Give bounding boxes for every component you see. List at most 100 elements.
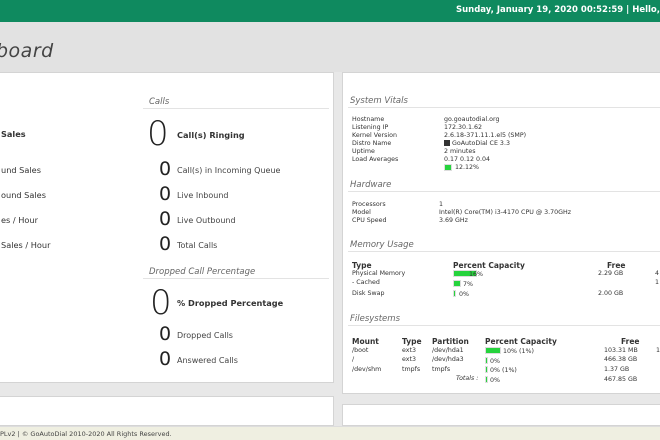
title-area: board: [0, 22, 660, 72]
load-averages-value: 0.17 0.12 0.04: [444, 156, 491, 163]
dropped-heading: Dropped Call Percentage: [149, 267, 256, 277]
fs-percent: 0%: [490, 358, 500, 365]
load-bar: [444, 164, 452, 171]
sales-item: und Sales: [1, 165, 41, 175]
sales-item: es / Hour: [1, 215, 38, 225]
dropped-calls-count: 0: [159, 323, 172, 345]
memory-bar-fill: [454, 291, 455, 296]
divider: [348, 325, 660, 326]
fs-type: ext3: [402, 356, 416, 363]
fs-col-mount: Mount: [352, 337, 379, 346]
fs-type: ext3: [402, 347, 416, 354]
total-calls-label: Total Calls: [177, 241, 218, 250]
memory-col-free: Free: [607, 261, 626, 270]
fs-totals-label: Totals :: [456, 375, 479, 382]
incoming-queue-label: Call(s) in Incoming Queue: [177, 166, 281, 175]
divider: [143, 278, 329, 279]
memory-extra: 4: [655, 270, 660, 277]
fs-totals-free: 467.85 GB: [604, 376, 638, 383]
live-inbound-label: Live Inbound: [177, 191, 229, 200]
fs-mount: /: [352, 356, 355, 363]
hardware-label: Processors: [352, 201, 386, 208]
fs-partition: tmpfs: [432, 366, 451, 373]
kernel-version-value: 2.6.18-371.11.1.el5 (SMP): [444, 132, 527, 139]
fs-totals-bar-fill: [486, 377, 487, 382]
fs-free: 103.31 MB: [604, 347, 638, 354]
system-info-panel: System Vitals Hostname go.goautodial.org…: [342, 72, 660, 394]
vitals-label: Uptime: [352, 148, 375, 155]
fs-free: 1.37 GB: [604, 366, 630, 373]
incoming-queue-count: 0: [159, 158, 172, 180]
footer: PLv2 | © GoAutoDial 2010-2020 All Rights…: [0, 426, 660, 440]
vitals-label: Hostname: [352, 116, 385, 123]
fs-bar: [485, 347, 501, 354]
lower-left-panel: [0, 396, 334, 426]
lower-right-panel: [342, 404, 660, 426]
live-outbound-label: Live Outbound: [177, 216, 236, 225]
calls-panel: Sales und Sales ound Sales es / Hour Sal…: [0, 72, 334, 383]
fs-col-free: Free: [621, 337, 640, 346]
total-calls-count: 0: [159, 233, 172, 255]
header-datetime-user: Sunday, January 19, 2020 00:52:59 | Hell…: [456, 5, 660, 15]
page-title: board: [0, 40, 54, 62]
calls-ringing-label: Call(s) Ringing: [177, 130, 245, 140]
fs-bar: [485, 357, 488, 364]
top-bar: Sunday, January 19, 2020 00:52:59 | Hell…: [0, 0, 660, 22]
fs-col-partition: Partition: [432, 337, 469, 346]
vitals-label: Load Averages: [352, 156, 399, 163]
vitals-label: Distro Name: [352, 140, 392, 147]
fs-totals-bar: [485, 376, 488, 383]
memory-type: - Cached: [352, 279, 380, 286]
memory-percent: 16%: [469, 271, 483, 278]
fs-percent: 10% (1%): [503, 348, 534, 355]
fs-totals-percent: 0%: [490, 377, 500, 384]
distro-name-value: GoAutoDial CE 3.3: [444, 140, 510, 147]
live-outbound-count: 0: [159, 208, 172, 230]
memory-bar-fill: [454, 281, 460, 286]
memory-col-capacity: Percent Capacity: [453, 261, 525, 270]
live-inbound-count: 0: [159, 183, 172, 205]
fs-bar-fill: [486, 358, 487, 363]
fs-type: tmpfs: [402, 366, 421, 373]
fs-bar-fill: [486, 367, 487, 372]
fs-col-capacity: Percent Capacity: [485, 337, 557, 346]
vitals-label: Kernel Version: [352, 132, 397, 139]
uptime-value: 2 minutes: [444, 148, 476, 155]
filesystems-heading: Filesystems: [350, 314, 400, 324]
fs-mount: /boot: [352, 347, 369, 354]
dropped-percentage-value: 0: [150, 283, 172, 323]
fs-bar: [485, 366, 488, 373]
fs-partition: /dev/hda3: [432, 356, 464, 363]
sales-item: Sales / Hour: [1, 240, 51, 250]
memory-extra: 1: [655, 279, 660, 286]
dropped-calls-label: Dropped Calls: [177, 331, 233, 340]
answered-calls-label: Answered Calls: [177, 356, 238, 365]
memory-type: Disk Swap: [352, 290, 385, 297]
memory-percent: 0%: [459, 291, 469, 298]
divider: [348, 107, 660, 108]
memory-type: Physical Memory: [352, 270, 406, 277]
hardware-heading: Hardware: [350, 180, 392, 190]
distro-icon: [444, 140, 450, 146]
memory-free: 2.29 GB: [598, 270, 624, 277]
memory-percent: 7%: [463, 281, 473, 288]
memory-free: 2.00 GB: [598, 290, 624, 297]
calls-ringing-count: 0: [147, 114, 169, 154]
listening-ip-value: 172.30.1.62: [444, 124, 483, 131]
calls-heading: Calls: [149, 97, 170, 107]
footer-copyright: PLv2 | © GoAutoDial 2010-2020 All Rights…: [0, 430, 172, 438]
memory-bar: [453, 280, 461, 287]
fs-col-type: Type: [402, 337, 422, 346]
fs-bar-fill: [486, 348, 500, 353]
memory-bar: [453, 290, 456, 297]
dropped-percentage-label: % Dropped Percentage: [177, 298, 284, 308]
divider: [348, 251, 660, 252]
sales-item: Sales: [1, 129, 26, 139]
divider: [348, 191, 660, 192]
hardware-label: Model: [352, 209, 371, 216]
fs-percent: 0% (1%): [490, 367, 517, 374]
distro-name-text: GoAutoDial CE 3.3: [452, 140, 510, 147]
sales-item: ound Sales: [1, 190, 46, 200]
load-bar-fill: [445, 165, 451, 170]
model-value: Intel(R) Core(TM) i3-4170 CPU @ 3.70GHz: [439, 209, 572, 216]
